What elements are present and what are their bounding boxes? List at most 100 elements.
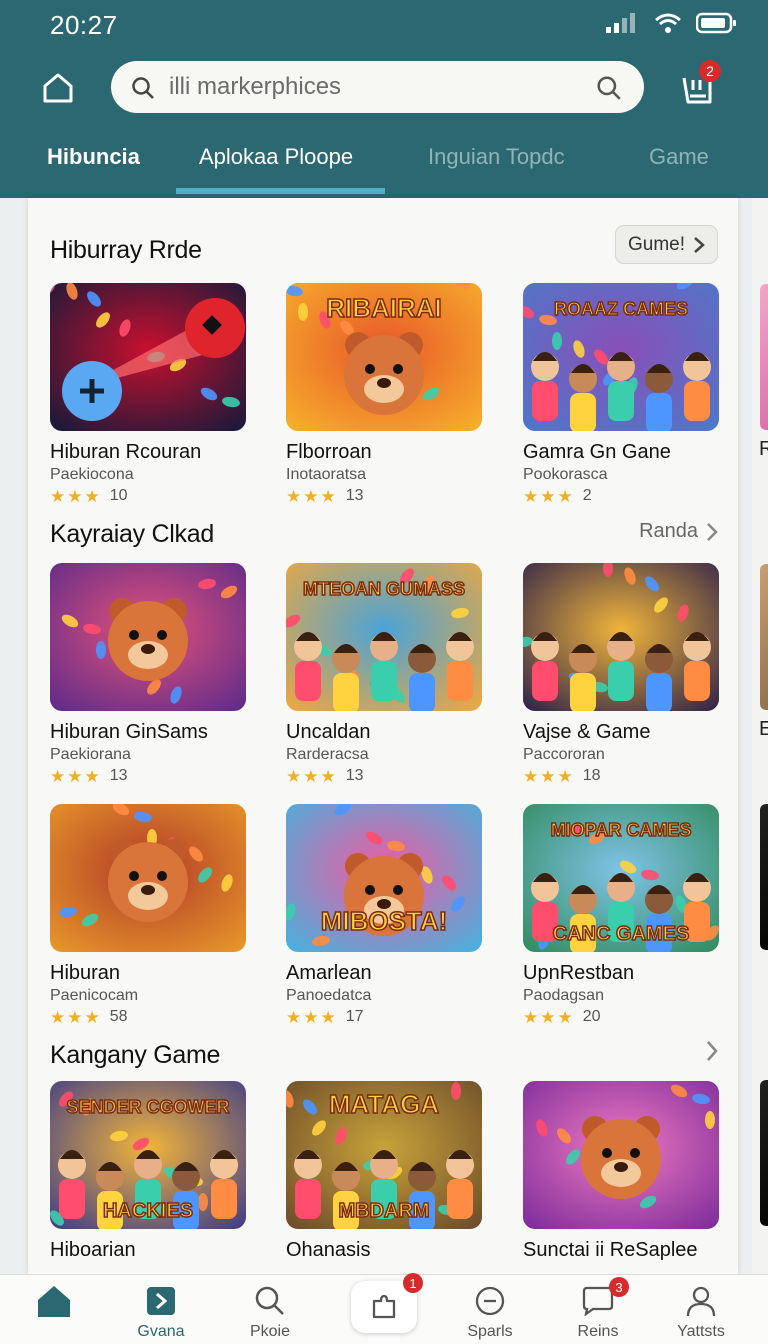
nav-badge: 3: [609, 1277, 629, 1297]
game-thumbnail[interactable]: [50, 563, 246, 711]
section-title: Kangany Game: [50, 1041, 221, 1069]
tab-game[interactable]: Game: [649, 144, 709, 170]
game-thumbnail[interactable]: MTEOAN GUMASS: [286, 563, 482, 711]
search-submit-icon[interactable]: [596, 75, 622, 101]
game-title: Vajse & Game: [523, 721, 651, 743]
tab-hibuncia[interactable]: Hibuncia: [47, 144, 140, 170]
game-card[interactable]: MIBOSTA! Amarlean Panoedatca ★ ★ ★ 17: [286, 804, 482, 1026]
game-card[interactable]: Hiburan Paenicocam ★ ★ ★ 58: [50, 804, 246, 1026]
game-thumbnail[interactable]: MIBOSTA!: [286, 804, 482, 952]
game-publisher: Paenicocam: [50, 987, 139, 1004]
game-thumbnail[interactable]: [523, 1081, 719, 1229]
game-title: Flborroan: [286, 441, 372, 463]
game-rating: ★ ★ ★ 2: [523, 487, 719, 505]
game-card[interactable]: MTEOAN GUMASS Uncaldan Rarderacsa ★ ★ ★ 13: [286, 563, 482, 785]
chevron-right-icon: [707, 1041, 718, 1061]
game-thumbnail[interactable]: SENDER CGOWER HACKIES: [50, 1081, 246, 1229]
game-card[interactable]: ROAAZ CAMES Gamra Gn Gane Pookorasca ★ ★ ★ 2: [523, 283, 719, 505]
game-card[interactable]: Hiburan GinSams Paekiorana ★ ★ ★ 13: [50, 563, 246, 785]
cart-button[interactable]: 2: [680, 60, 721, 110]
nav-sparls[interactable]: Sparls: [445, 1283, 535, 1341]
game-title: UpnRestban: [523, 962, 635, 984]
nav-profile[interactable]: Yattsts: [656, 1283, 746, 1341]
nav-label: Sparls: [467, 1323, 513, 1340]
svg-text:MATAGA: MATAGA: [329, 1089, 439, 1119]
section-title: Hiburray Rrde: [50, 236, 202, 264]
nav-label: Yattsts: [677, 1323, 725, 1340]
game-title: Hiboarian: [50, 1239, 136, 1261]
puzzle-icon: [372, 1294, 396, 1319]
svg-text:MBDARM: MBDARM: [338, 1200, 429, 1222]
game-card[interactable]: RIBAIRAI Flborroan Inotaoratsa ★ ★ ★ 13: [286, 283, 482, 505]
nav-badge: 1: [403, 1273, 423, 1293]
section-more-button[interactable]: Gume!: [615, 225, 718, 264]
game-card[interactable]: Vajse & Game Paccororan ★ ★ ★ 18: [523, 563, 719, 785]
svg-text:MTEOAN GUMASS: MTEOAN GUMASS: [303, 579, 465, 599]
game-card[interactable]: SENDER CGOWER HACKIES Hiboarian: [50, 1081, 246, 1262]
game-card[interactable]: Hiburan Rcouran Paekiocona ★ ★ ★ 10: [50, 283, 246, 505]
nav-search[interactable]: Pkoie: [225, 1283, 315, 1341]
game-title: Hiburan Rcouran: [50, 441, 202, 463]
signal-icon: [606, 13, 635, 33]
rating-count: 18: [582, 767, 601, 784]
next-card-peek[interactable]: R E: [752, 198, 768, 1274]
star-icon: ★: [557, 1007, 573, 1027]
section-more-link[interactable]: [706, 1040, 718, 1062]
battery-icon: [696, 12, 736, 34]
star-icon: ★: [320, 766, 336, 786]
game-thumbnail[interactable]: [523, 563, 719, 711]
nav-home[interactable]: [9, 1283, 99, 1319]
game-publisher: Panoedatca: [286, 987, 372, 1004]
star-icon: ★: [523, 486, 539, 506]
game-card[interactable]: Sunctai ii ReSaplee: [523, 1081, 719, 1262]
game-rating: ★ ★ ★ 20: [523, 1008, 719, 1026]
home-icon: [38, 1286, 70, 1317]
home-button[interactable]: [38, 68, 78, 108]
tab-inguian-topdc[interactable]: Inguian Topdc: [428, 144, 565, 170]
star-icon: ★: [303, 486, 319, 506]
rating-count: 13: [109, 767, 128, 784]
game-rating: ★ ★ ★ 17: [286, 1008, 482, 1026]
star-icon: ★: [320, 486, 336, 506]
star-icon: ★: [50, 1007, 66, 1027]
game-thumbnail[interactable]: [50, 804, 246, 952]
nav-games[interactable]: Gvana: [116, 1283, 206, 1341]
chevron-right-icon: [694, 236, 705, 253]
search-icon: [132, 77, 154, 99]
game-publisher: Paccororan: [523, 746, 605, 763]
chevron-right-icon: [707, 522, 718, 541]
rating-count: 58: [109, 1008, 128, 1025]
star-icon: ★: [84, 1007, 100, 1027]
game-publisher: Paekiorana: [50, 746, 131, 763]
section-more-link[interactable]: Randa: [639, 520, 718, 543]
game-thumbnail[interactable]: MATAGA MBDARM: [286, 1081, 482, 1229]
game-publisher: Paekiocona: [50, 466, 134, 483]
app-header: 20:27 illi markerphices 2 Hibuncia Aplok…: [0, 0, 768, 198]
game-title: Amarlean: [286, 962, 372, 984]
nav-reins[interactable]: 3 Reins: [553, 1277, 643, 1341]
game-thumbnail[interactable]: MIOPAR CAMES CANC GAMES: [523, 804, 719, 952]
game-card[interactable]: MATAGA MBDARM Ohanasis: [286, 1081, 482, 1262]
status-icons: [606, 12, 738, 34]
search-input[interactable]: [169, 71, 569, 103]
game-thumbnail[interactable]: RIBAIRAI: [286, 283, 482, 431]
minus-circle-icon: [475, 1286, 505, 1316]
game-thumbnail[interactable]: ROAAZ CAMES: [523, 283, 719, 431]
nav-center-button[interactable]: 1: [351, 1273, 423, 1333]
svg-text:RIBAIRAI: RIBAIRAI: [326, 293, 442, 323]
peek-text: E: [759, 718, 768, 740]
svg-text:MIOPAR CAMES: MIOPAR CAMES: [551, 820, 692, 840]
game-card[interactable]: MIOPAR CAMES CANC GAMES UpnRestban Paodagsa…: [523, 804, 719, 1026]
game-title: Sunctai ii ReSaplee: [523, 1239, 698, 1261]
wifi-icon: [655, 13, 681, 33]
search-bar[interactable]: [111, 61, 644, 113]
active-tab-indicator: [176, 188, 385, 194]
peek-thumb: [760, 1080, 768, 1226]
game-title: Gamra Gn Gane: [523, 441, 671, 463]
game-thumbnail[interactable]: [50, 283, 246, 431]
star-icon: ★: [320, 1007, 336, 1027]
game-title: Hiburan GinSams: [50, 721, 208, 743]
games-icon: [147, 1287, 175, 1315]
tab-aplokaa-ploope[interactable]: Aplokaa Ploope: [199, 144, 353, 170]
star-icon: ★: [286, 486, 302, 506]
